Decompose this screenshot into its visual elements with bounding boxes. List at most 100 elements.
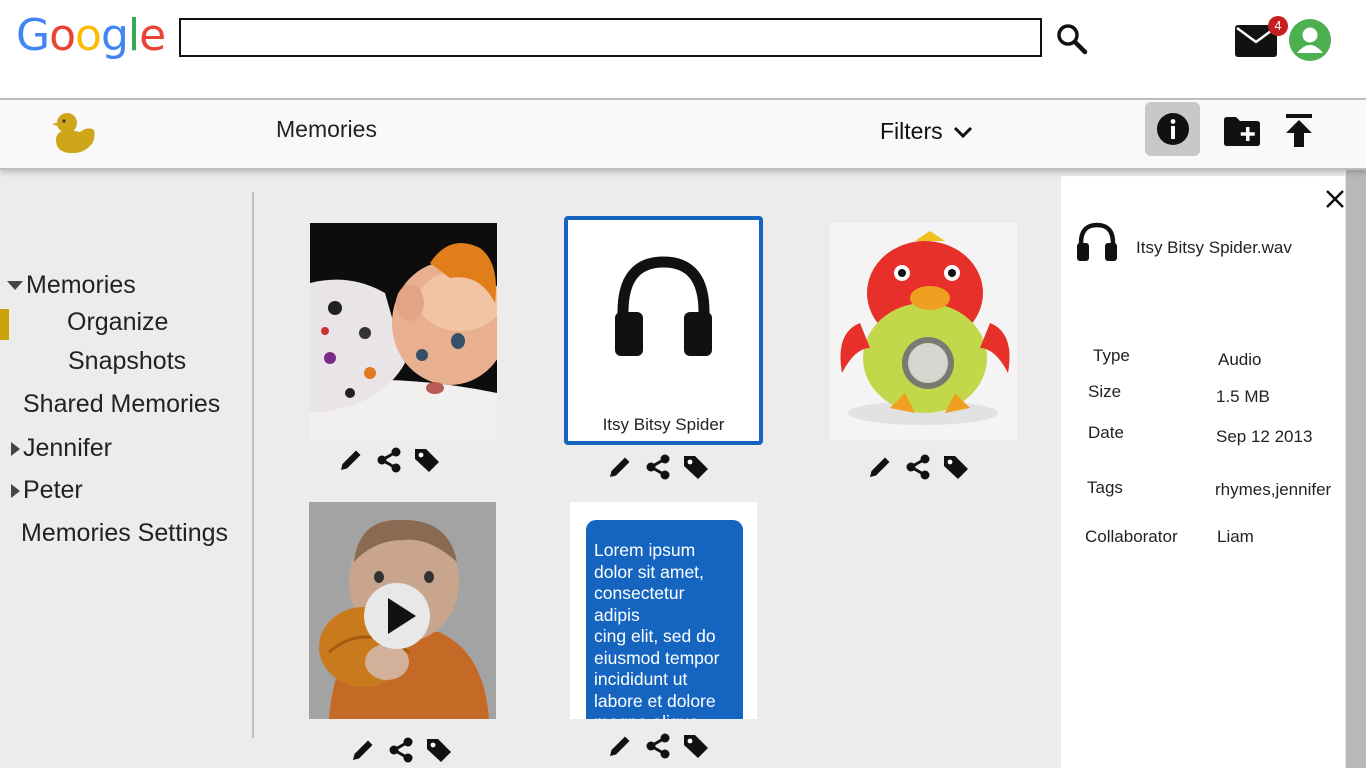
tag-button[interactable] xyxy=(942,453,970,481)
share-button[interactable] xyxy=(904,453,932,481)
search-icon xyxy=(1057,24,1088,55)
edit-button[interactable] xyxy=(606,453,634,481)
edit-button[interactable] xyxy=(866,453,894,481)
info-button[interactable] xyxy=(1145,102,1200,156)
logo-letter: l xyxy=(127,10,140,61)
sidebar-item-label: Shared Memories xyxy=(23,390,221,418)
tag-button[interactable] xyxy=(425,736,453,764)
file-name: Itsy Bitsy Spider.wav xyxy=(1136,238,1292,257)
share-button[interactable] xyxy=(644,453,672,481)
baby-photo-image xyxy=(310,223,497,440)
chevron-down-icon xyxy=(953,126,972,138)
sidebar-item-memories[interactable]: Memories xyxy=(7,271,136,300)
pencil-icon xyxy=(610,736,630,756)
play-icon xyxy=(388,598,416,634)
user-icon xyxy=(1297,27,1323,53)
notification-badge: 4 xyxy=(1268,16,1288,36)
upload-button[interactable] xyxy=(1282,112,1316,150)
tile-actions xyxy=(349,736,453,764)
app-bar: Memories Filters xyxy=(0,98,1366,170)
tile-actions xyxy=(606,732,710,760)
sidebar-divider xyxy=(252,192,254,738)
property-label-size: Size xyxy=(1088,382,1122,401)
upload-icon xyxy=(1286,114,1312,147)
property-value-type: Audio xyxy=(1218,350,1262,369)
headphones-icon xyxy=(1077,222,1117,261)
property-value-collaborator: Liam xyxy=(1217,527,1254,546)
new-folder-button[interactable] xyxy=(1222,114,1262,148)
share-button[interactable] xyxy=(375,446,403,474)
pencil-icon xyxy=(341,450,361,470)
logo-letter: o xyxy=(75,10,102,61)
tag-button[interactable] xyxy=(413,446,441,474)
active-nav-indicator xyxy=(0,309,9,340)
share-icon xyxy=(646,454,670,480)
headphones-icon xyxy=(615,256,712,356)
tag-button[interactable] xyxy=(682,732,710,760)
details-panel: Itsy Bitsy Spider.wav Type Audio Size 1.… xyxy=(1061,176,1345,768)
google-logo[interactable]: Google xyxy=(16,10,166,61)
info-icon xyxy=(1156,113,1189,145)
sidebar-item-snapshots[interactable]: Snapshots xyxy=(68,347,186,376)
note-tile-text[interactable]: Lorem ipsum dolor sit amet, consectetur … xyxy=(570,502,757,719)
avatar[interactable] xyxy=(1289,19,1331,61)
collapsed-triangle-icon xyxy=(11,441,20,456)
duck-icon xyxy=(52,113,95,154)
tag-icon xyxy=(415,449,439,472)
sidebar-item-label: Jennifer xyxy=(23,434,112,462)
property-value-tags: rhymes,jennifer xyxy=(1215,480,1332,499)
share-icon xyxy=(377,447,401,473)
tile-actions xyxy=(866,453,970,481)
search-input[interactable] xyxy=(179,18,1042,57)
sidebar-item-label: Organize xyxy=(67,308,169,336)
sidebar-item-jennifer[interactable]: Jennifer xyxy=(11,434,112,463)
sidebar-item-peter[interactable]: Peter xyxy=(11,476,83,505)
audio-tile-caption: Itsy Bitsy Spider xyxy=(602,415,725,434)
create-folder-icon xyxy=(1224,117,1260,146)
sidebar-item-memories-settings[interactable]: Memories Settings xyxy=(21,519,228,548)
duck-logo[interactable] xyxy=(50,110,98,156)
photo-tile-toy-bird[interactable] xyxy=(830,223,1017,440)
collapsed-triangle-icon xyxy=(11,483,20,498)
close-panel-button[interactable] xyxy=(1324,188,1346,210)
share-icon xyxy=(646,733,670,759)
logo-letter: e xyxy=(139,10,166,61)
scrollbar[interactable] xyxy=(1346,170,1366,768)
edit-button[interactable] xyxy=(606,732,634,760)
search-button[interactable] xyxy=(1054,21,1090,57)
property-label-date: Date xyxy=(1088,423,1124,442)
filters-dropdown[interactable]: Filters xyxy=(880,118,973,145)
property-value-date: Sep 12 2013 xyxy=(1216,427,1313,446)
share-button[interactable] xyxy=(644,732,672,760)
share-button[interactable] xyxy=(387,736,415,764)
edit-button[interactable] xyxy=(337,446,365,474)
audio-tile-itsy-bitsy-spider[interactable]: Itsy Bitsy Spider xyxy=(564,216,763,445)
tag-button[interactable] xyxy=(682,453,710,481)
tag-icon xyxy=(684,735,708,758)
logo-letter: o xyxy=(49,10,76,61)
main-area: Memories Organize Snapshots Shared Memor… xyxy=(0,170,1366,768)
property-label-type: Type xyxy=(1093,346,1130,365)
photo-tile-baby-lying[interactable] xyxy=(310,223,497,440)
filters-label: Filters xyxy=(880,118,943,144)
pencil-icon xyxy=(353,740,373,760)
tag-icon xyxy=(944,456,968,479)
play-button[interactable] xyxy=(364,583,430,649)
logo-letter: G xyxy=(16,10,50,61)
pencil-icon xyxy=(870,457,890,477)
sidebar-item-organize[interactable]: Organize xyxy=(67,308,168,337)
property-value-size: 1.5 MB xyxy=(1216,387,1270,406)
video-tile-baby-pumpkin[interactable] xyxy=(309,502,496,719)
page-title: Memories xyxy=(276,116,377,142)
sidebar-item-shared-memories[interactable]: Shared Memories xyxy=(23,390,220,419)
note-text: Lorem ipsum dolor sit amet, consectetur … xyxy=(586,520,743,719)
sidebar-item-label: Snapshots xyxy=(68,347,187,375)
toy-bird-photo-image xyxy=(830,223,1017,440)
property-label-collaborator: Collaborator xyxy=(1085,527,1178,546)
top-bar: Google 4 xyxy=(0,0,1366,98)
close-icon xyxy=(1326,190,1344,208)
sidebar-item-label: Memories Settings xyxy=(21,519,229,547)
edit-button[interactable] xyxy=(349,736,377,764)
share-icon xyxy=(389,737,413,763)
sidebar-item-label: Peter xyxy=(23,476,83,504)
